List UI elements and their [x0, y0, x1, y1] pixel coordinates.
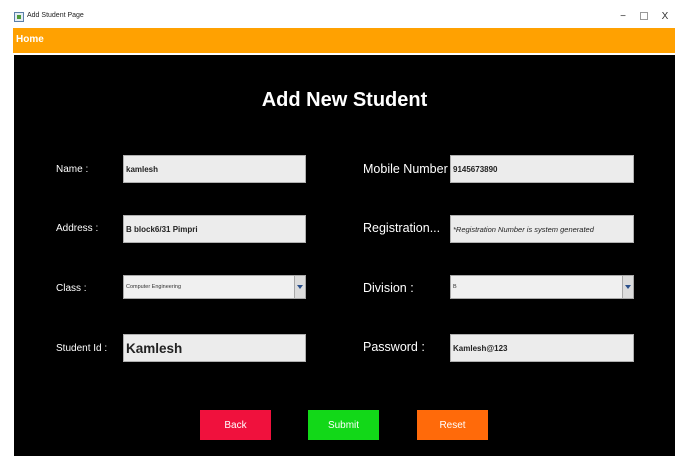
mobile-number-label: Mobile Number : [363, 162, 455, 176]
class-dropdown[interactable]: Computer Engineering [123, 275, 306, 299]
name-label: Name : [56, 164, 89, 175]
password-field[interactable] [451, 335, 633, 361]
menu-item-home[interactable]: Home [16, 34, 44, 45]
maximize-button[interactable] [635, 10, 653, 24]
student-id-label: Student Id : [56, 343, 108, 354]
title-bar: Add Student Page − X [10, 8, 676, 27]
registration-field [451, 216, 633, 242]
division-label: Division : [363, 281, 414, 295]
window-title: Add Student Page [27, 12, 84, 19]
reset-button[interactable]: Reset [417, 410, 488, 440]
chevron-down-icon[interactable] [622, 276, 633, 298]
form-panel: Add New Student Name : Mobile Number : A… [14, 55, 675, 456]
password-field-box [450, 334, 634, 362]
name-field[interactable] [124, 156, 305, 182]
page-title: Add New Student [261, 89, 428, 111]
mobile-number-field[interactable] [451, 156, 633, 182]
chevron-down-icon[interactable] [294, 276, 305, 298]
division-dropdown-value: B [453, 284, 457, 290]
menu-bar: Home [13, 28, 675, 53]
division-dropdown[interactable]: B [450, 275, 634, 299]
maximize-icon [640, 12, 648, 21]
name-field-box [123, 155, 306, 183]
registration-label: Registration... [363, 221, 441, 235]
registration-field-box [450, 215, 634, 243]
class-label: Class : [56, 283, 87, 294]
back-button[interactable]: Back [200, 410, 271, 440]
mobile-number-field-box [450, 155, 634, 183]
close-button[interactable]: X [656, 10, 674, 24]
submit-button[interactable]: Submit [308, 410, 379, 440]
student-id-field-box [123, 334, 306, 362]
student-id-field[interactable] [124, 335, 305, 361]
address-label: Address : [56, 223, 99, 234]
password-label: Password : [363, 340, 425, 354]
address-field[interactable] [124, 216, 305, 242]
address-field-box [123, 215, 306, 243]
java-app-icon [14, 12, 24, 22]
minimize-button[interactable]: − [614, 10, 632, 24]
class-dropdown-value: Computer Engineering [126, 284, 182, 290]
